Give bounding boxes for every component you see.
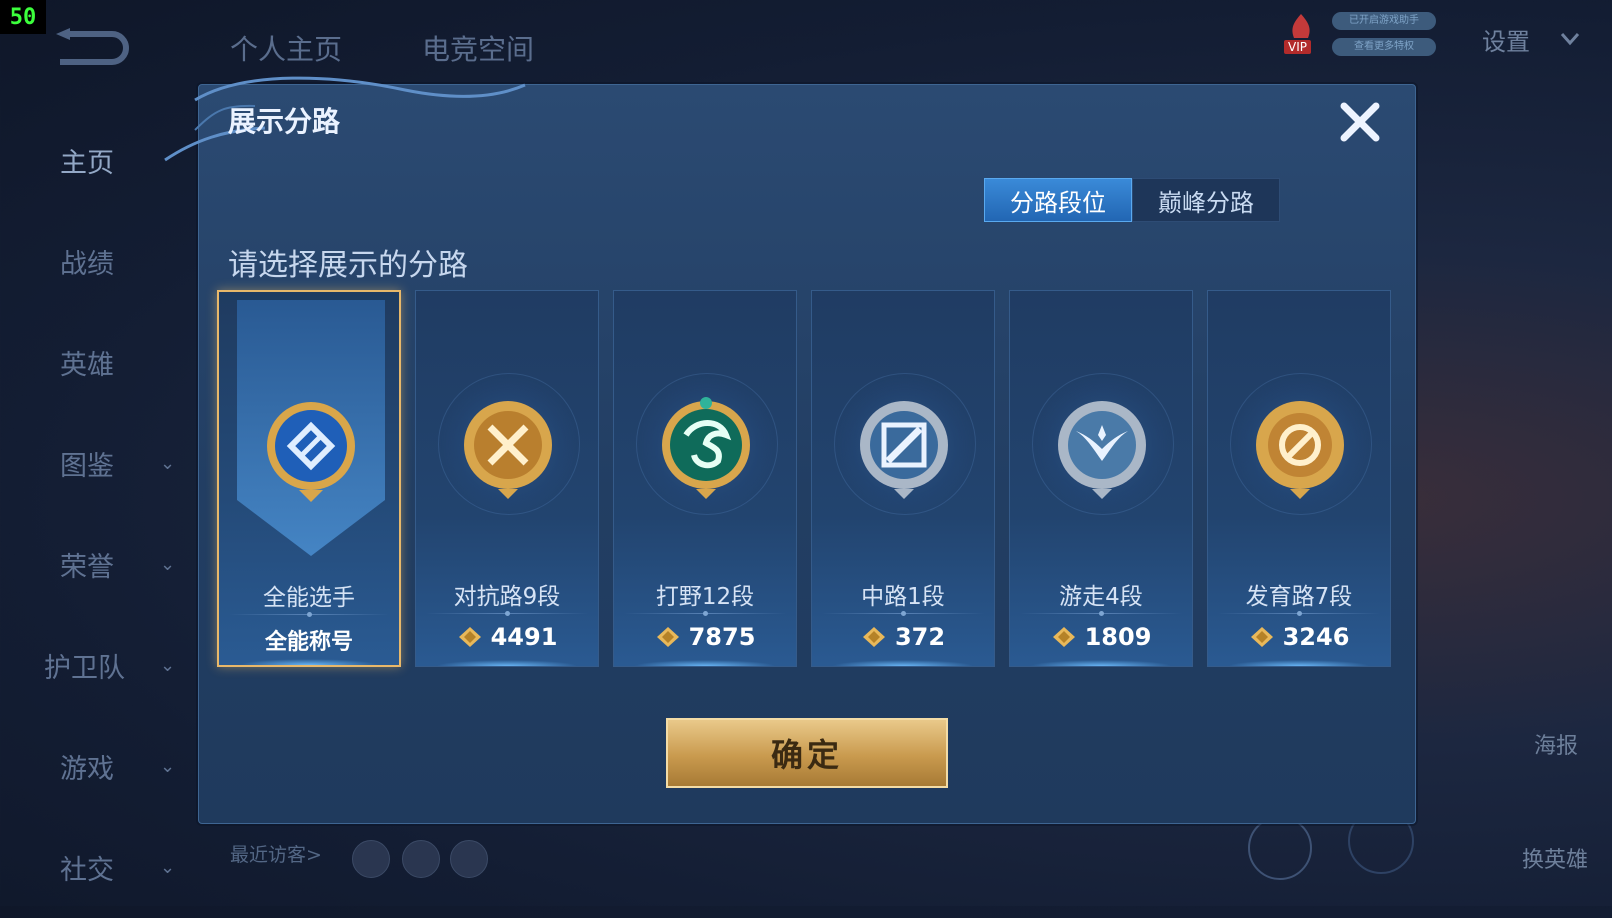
card-glow xyxy=(1030,660,1172,666)
avatar[interactable] xyxy=(450,840,488,878)
sidebar-item-label: 英雄 xyxy=(60,350,114,381)
gem-icon xyxy=(1250,627,1273,647)
all-round-badge-icon xyxy=(267,402,355,502)
card-glow xyxy=(239,659,379,665)
farm-lane-badge-icon xyxy=(1256,401,1344,499)
gem-icon xyxy=(656,627,679,647)
upload-icon[interactable] xyxy=(1248,816,1312,880)
gem-icon xyxy=(862,627,885,647)
sidebar-item-label: 社交 xyxy=(60,855,114,886)
tab-peak-lane[interactable]: 巅峰分路 xyxy=(1132,178,1280,222)
lane-name: 对抗路9段 xyxy=(453,584,561,610)
sidebar-item-label: 主页 xyxy=(60,148,114,179)
lane-name: 中路1段 xyxy=(861,584,945,610)
recent-visitors-link[interactable]: 最近访客> xyxy=(230,840,322,867)
lane-title: 全能称号 xyxy=(264,630,353,655)
jungle-badge-icon xyxy=(662,397,750,499)
back-arrow-icon[interactable] xyxy=(50,26,132,68)
clash-lane-badge-icon xyxy=(464,401,552,499)
chevron-down-icon xyxy=(1560,33,1580,46)
sidebar-item-label: 战绩 xyxy=(60,249,114,280)
confirm-button[interactable]: 确定 xyxy=(666,718,948,788)
sidebar-item-codex[interactable]: 图鉴 ⌄ xyxy=(0,413,190,514)
change-hero-label[interactable]: 换英雄 xyxy=(1522,842,1588,874)
gem-icon xyxy=(458,627,481,647)
divider xyxy=(426,611,588,616)
tab-personal-home[interactable]: 个人主页 xyxy=(230,28,342,68)
divider xyxy=(229,612,389,617)
sidebar-item-heroes[interactable]: 英雄 xyxy=(0,312,190,413)
tab-esports-space[interactable]: 电竞空间 xyxy=(422,28,534,68)
sidebar-item-honor[interactable]: 荣誉 ⌄ xyxy=(0,514,190,615)
lane-card-jungle[interactable]: 打野12段 7875 xyxy=(613,290,797,667)
card-glow xyxy=(1228,660,1370,666)
lane-tabs: 分路段位 巅峰分路 xyxy=(984,178,1280,222)
top-nav: 个人主页 电竞空间 xyxy=(230,28,534,68)
divider xyxy=(822,611,984,616)
lane-card-list: 全能选手 全能称号 对抗路9段 4491 打野12段 7875 中路1段 372… xyxy=(217,290,1391,667)
lane-points: 3246 xyxy=(1282,623,1350,651)
sidebar-item-label: 荣誉 xyxy=(60,552,114,583)
chevron-down-icon: ⌄ xyxy=(160,655,176,676)
card-glow xyxy=(436,660,578,666)
sidebar-item-guard[interactable]: 护卫队 ⌄ xyxy=(0,615,190,716)
lane-name: 发育路7段 xyxy=(1245,584,1353,610)
card-glow xyxy=(634,660,776,666)
sidebar-item-label: 图鉴 xyxy=(60,451,114,482)
lane-points: 7875 xyxy=(688,623,756,651)
lane-points: 372 xyxy=(894,623,946,651)
avatar[interactable] xyxy=(402,840,440,878)
dialog-title: 展示分路 xyxy=(228,105,341,138)
poster-label[interactable]: 海报 xyxy=(1534,728,1578,760)
lane-points: 1809 xyxy=(1084,623,1152,651)
dialog-ornament xyxy=(164,76,526,162)
dialog-subtitle: 请选择展示的分路 xyxy=(228,248,468,283)
chevron-down-icon: ⌄ xyxy=(160,756,176,777)
sidebar-item-label: 护卫队 xyxy=(44,653,125,684)
lane-card-mid[interactable]: 中路1段 372 xyxy=(811,290,995,667)
gem-icon xyxy=(1052,627,1075,647)
chevron-down-icon: ⌄ xyxy=(160,453,176,474)
lane-name: 打野12段 xyxy=(655,584,755,610)
chevron-down-icon: ⌄ xyxy=(160,554,176,575)
settings-label: 设置 xyxy=(1482,27,1530,56)
card-glow xyxy=(832,660,974,666)
settings-button[interactable]: 设置 xyxy=(1448,18,1596,60)
sidebar-item-games[interactable]: 游戏 ⌄ xyxy=(0,716,190,817)
sidebar-item-social[interactable]: 社交 ⌄ xyxy=(0,817,190,918)
roam-badge-icon xyxy=(1058,401,1146,499)
lane-card-clash[interactable]: 对抗路9段 4491 xyxy=(415,290,599,667)
divider xyxy=(1020,611,1182,616)
lane-card-farm[interactable]: 发育路7段 3246 xyxy=(1207,290,1391,667)
status-pill-assistant[interactable]: 已开启游戏助手 xyxy=(1332,12,1436,30)
vip-label: VIP xyxy=(1284,40,1311,54)
lane-points: 4491 xyxy=(490,623,558,651)
lane-name: 全能选手 xyxy=(263,585,355,611)
sidebar: 主页 战绩 英雄 图鉴 ⌄ 荣誉 ⌄ 护卫队 ⌄ 游戏 ⌄ 社交 ⌄ xyxy=(0,110,190,918)
divider xyxy=(624,611,786,616)
close-icon[interactable] xyxy=(1336,98,1384,146)
avatar[interactable] xyxy=(352,840,390,878)
chevron-down-icon: ⌄ xyxy=(160,857,176,878)
lane-card-all-round[interactable]: 全能选手 全能称号 xyxy=(217,290,401,667)
sidebar-item-records[interactable]: 战绩 xyxy=(0,211,190,312)
sidebar-item-label: 游戏 xyxy=(60,754,114,785)
mid-lane-badge-icon xyxy=(860,401,948,499)
lane-card-roam[interactable]: 游走4段 1809 xyxy=(1009,290,1193,667)
status-pill-privileges[interactable]: 查看更多特权 xyxy=(1332,38,1436,56)
divider xyxy=(1218,611,1380,616)
lane-name: 游走4段 xyxy=(1059,584,1143,610)
fps-counter: 50 xyxy=(0,0,46,34)
tab-lane-rank[interactable]: 分路段位 xyxy=(984,178,1132,222)
